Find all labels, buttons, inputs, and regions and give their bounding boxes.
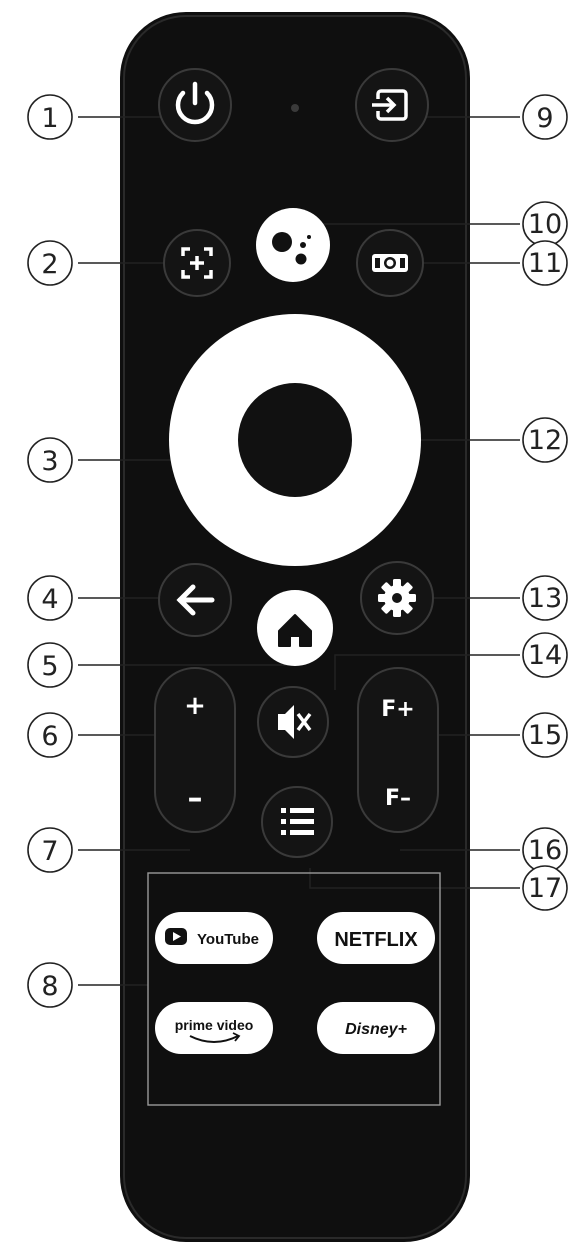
- callout-10: 10: [522, 201, 568, 247]
- callout-14: 14: [522, 632, 568, 678]
- callout-2: 2: [27, 240, 73, 286]
- projector-icon: [372, 254, 408, 272]
- prime-video-button[interactable]: prime video: [155, 1002, 273, 1054]
- volume-up-label[interactable]: +: [184, 691, 206, 721]
- focus-down-label[interactable]: F–: [385, 786, 411, 811]
- svg-text:4: 4: [41, 584, 58, 615]
- menu-button[interactable]: [261, 786, 333, 858]
- callout-3: 3: [27, 437, 73, 483]
- back-button[interactable]: [158, 563, 232, 637]
- svg-text:7: 7: [41, 836, 58, 867]
- svg-text:8: 8: [41, 971, 58, 1002]
- svg-text:14: 14: [528, 640, 562, 671]
- callout-5: 5: [27, 642, 73, 688]
- assistant-button[interactable]: [256, 208, 330, 282]
- focus-up-label[interactable]: F+: [381, 697, 414, 722]
- prime-video-label: prime video: [175, 1017, 254, 1033]
- callout-13: 13: [522, 575, 568, 621]
- svg-text:1: 1: [41, 103, 58, 134]
- netflix-label: NETFLIX: [334, 929, 418, 951]
- callout-15: 15: [522, 712, 568, 758]
- screen-adjust-button[interactable]: [163, 229, 231, 297]
- callout-11: 11: [522, 240, 568, 286]
- callout-4: 4: [27, 575, 73, 621]
- callout-6: 6: [27, 712, 73, 758]
- callout-9: 9: [522, 94, 568, 140]
- callout-12: 12: [522, 417, 568, 463]
- callout-7: 7: [27, 827, 73, 873]
- youtube-button[interactable]: YouTube: [155, 912, 273, 964]
- ok-button[interactable]: [238, 383, 352, 497]
- settings-button[interactable]: [360, 561, 434, 635]
- callouts-left: 1 2 3 4 5 6 7 8: [27, 94, 73, 1008]
- remote-control-diagram: + – F+ F– YouTube NETFLIX prime video Di…: [27, 12, 568, 1242]
- mute-button[interactable]: [257, 686, 329, 758]
- youtube-label: YouTube: [197, 931, 259, 948]
- callout-8: 8: [27, 962, 73, 1008]
- volume-down-label[interactable]: –: [188, 781, 203, 816]
- callouts-right: 9 10 11 12 13 14 15 16 17: [522, 94, 568, 911]
- microphone-hole: [291, 104, 299, 112]
- svg-text:15: 15: [528, 720, 562, 751]
- callout-17: 17: [522, 865, 568, 911]
- youtube-icon: [165, 928, 187, 945]
- projector-button[interactable]: [356, 229, 424, 297]
- list-icon: [281, 808, 314, 835]
- svg-text:16: 16: [528, 835, 562, 866]
- svg-text:10: 10: [528, 209, 562, 240]
- svg-text:2: 2: [41, 249, 58, 280]
- disney-plus-button[interactable]: Disney+: [317, 1002, 435, 1054]
- disney-plus-label: Disney+: [345, 1021, 407, 1038]
- svg-text:6: 6: [41, 721, 58, 752]
- svg-text:5: 5: [41, 651, 58, 682]
- callout-1: 1: [27, 94, 73, 140]
- gear-icon: [378, 579, 416, 617]
- svg-text:9: 9: [536, 103, 553, 134]
- svg-text:13: 13: [528, 583, 562, 614]
- svg-text:12: 12: [528, 425, 562, 456]
- svg-text:3: 3: [41, 446, 58, 477]
- svg-text:17: 17: [528, 873, 562, 904]
- home-button[interactable]: [257, 590, 333, 666]
- power-button[interactable]: [158, 68, 232, 142]
- netflix-button[interactable]: NETFLIX: [317, 912, 435, 964]
- svg-text:11: 11: [528, 248, 562, 279]
- input-source-button[interactable]: [355, 68, 429, 142]
